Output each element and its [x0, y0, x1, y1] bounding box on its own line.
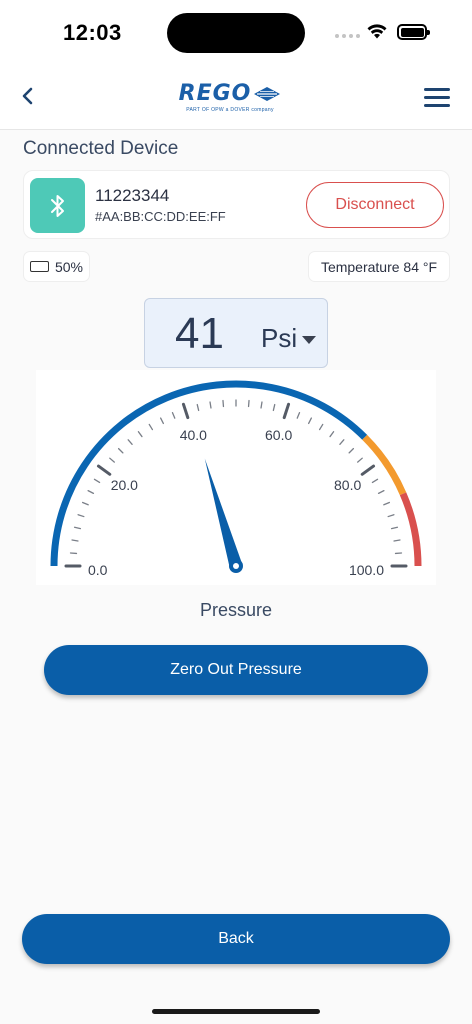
battery-level-icon [30, 261, 49, 272]
gauge-minor-tick [87, 489, 95, 495]
gauge-band-1 [362, 434, 407, 496]
disconnect-button[interactable]: Disconnect [306, 182, 444, 228]
gauge-minor-tick [296, 411, 301, 419]
temperature-chip: Temperature 84 °F [308, 251, 450, 282]
gauge-minor-tick [390, 526, 399, 530]
gauge-minor-tick [137, 431, 143, 438]
battery-label: 50% [54, 258, 83, 275]
rego-logo: REGO PART OF OPW a DOVER company [156, 68, 304, 126]
cellular-signal-icon [335, 34, 360, 38]
gauge-minor-tick [387, 514, 395, 518]
gauge-minor-tick [209, 401, 212, 409]
logo-diamond-icon [254, 86, 281, 101]
gauge-minor-tick [272, 403, 276, 412]
device-id: 11223344 [95, 186, 170, 205]
gauge-caption: Pressure [199, 600, 273, 620]
gauge-minor-tick [73, 526, 82, 530]
gauge-minor-tick [383, 501, 391, 506]
temperature-label: Temperature 84 °F [320, 258, 438, 275]
zero-out-pressure-button[interactable]: Zero Out Pressure [44, 645, 428, 695]
gauge-minor-tick [377, 489, 385, 495]
device-card: 11223344 #AA:BB:CC:DD:EE:FF Disconnect [23, 170, 450, 239]
logo-text: REGO [178, 81, 252, 106]
connected-device-title: Connected Device [23, 138, 179, 159]
pressure-value: 41 [175, 309, 224, 358]
gauge-needle [204, 458, 243, 568]
gauge-minor-tick [393, 539, 401, 542]
wifi-icon [367, 24, 387, 39]
gauge-minor-tick [348, 447, 355, 454]
gauge-needle-hub-center [233, 563, 239, 569]
gauge-minor-tick [307, 417, 313, 425]
gauge-minor-tick [171, 411, 176, 419]
gauge-band-2 [399, 492, 422, 567]
gauge-minor-tick [260, 401, 263, 409]
gauge-major-tick [181, 402, 190, 420]
gauge-minor-tick [159, 417, 165, 425]
pressure-reading: 41 Psi [144, 298, 328, 368]
gauge-tick-label: 100.0 [349, 562, 384, 578]
battery-level-fill [32, 263, 40, 270]
gauge-minor-tick [71, 539, 79, 542]
gauge-tick-label: 60.0 [265, 427, 292, 443]
hamburger-menu-icon[interactable] [424, 88, 450, 108]
gauge-minor-tick [329, 431, 335, 438]
nav-bar: REGO PART OF OPW a DOVER company [0, 64, 472, 130]
gauge-minor-tick [339, 439, 345, 445]
gauge-major-tick [282, 402, 291, 420]
bluetooth-tile [30, 178, 85, 233]
status-bar: 12:03 [0, 0, 472, 64]
gauge-tick-label: 0.0 [88, 562, 108, 578]
battery-icon [397, 24, 430, 40]
gauge-minor-tick [127, 439, 133, 445]
unit-dropdown[interactable]: Psi [261, 323, 317, 354]
device-mac: #AA:BB:CC:DD:EE:FF [95, 209, 226, 224]
dynamic-island [167, 13, 305, 53]
status-time: 12:03 [63, 20, 122, 45]
unit-label: Psi [261, 323, 298, 353]
gauge-minor-tick [77, 514, 85, 518]
gauge-minor-tick [196, 403, 200, 412]
gauge-tick-label: 80.0 [334, 477, 361, 493]
caret-down-icon [302, 335, 317, 344]
gauge-tick-label: 40.0 [180, 427, 207, 443]
gauge-minor-tick [318, 423, 324, 431]
pressure-gauge: 0.0 20.0 40.0 60.0 80.0 100.0 [36, 370, 436, 585]
back-button[interactable]: Back [22, 914, 450, 964]
gauge-minor-tick [148, 423, 154, 431]
bluetooth-icon [50, 194, 64, 217]
gauge-minor-tick [357, 457, 363, 463]
gauge-minor-tick [81, 501, 89, 506]
gauge-tick-label: 20.0 [111, 477, 138, 493]
gauge-major-tick [360, 464, 376, 476]
gauge-major-tick [96, 464, 112, 476]
home-indicator [152, 1009, 320, 1014]
gauge-minor-tick [109, 457, 115, 463]
gauge-minor-tick [117, 447, 124, 454]
gauge-minor-tick [93, 478, 101, 484]
battery-chip: 50% [23, 251, 90, 282]
chevron-left-icon[interactable] [14, 82, 42, 110]
logo-tagline: PART OF OPW a DOVER company [186, 107, 274, 113]
gauge-minor-tick [371, 478, 379, 484]
